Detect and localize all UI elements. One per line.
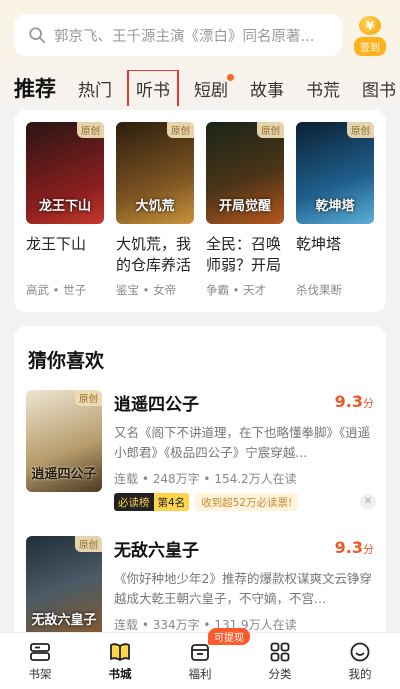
book-cover: 原创 乾坤塔 xyxy=(296,122,374,224)
tab-audiobook[interactable]: 听书 xyxy=(127,70,179,106)
book-info: 无敌六皇子 9.3分 《你好种地少年2》推荐的爆款权谋爽文云铮穿越成大乾王朝六皇… xyxy=(114,536,376,633)
book-cover: 原创 无敌六皇子 xyxy=(26,536,102,638)
tab-recommend[interactable]: 推荐 xyxy=(14,73,56,103)
featured-book[interactable]: 原创 大饥荒 大饥荒，我的仓库养活 鉴宝 • 女帝 xyxy=(116,122,194,298)
book-description: 又名《阁下不讲道理，在下也略懂拳脚》《逍遥小郎君》《极品四公子》宁宸穿越... xyxy=(114,425,371,460)
tab-book-shortage[interactable]: 书荒 xyxy=(306,76,340,101)
cover-title: 龙王下山 xyxy=(38,199,91,214)
book-cover: 原创 龙王下山 xyxy=(26,122,104,224)
category-icon xyxy=(270,642,290,662)
nav-label: 分类 xyxy=(268,667,292,681)
featured-card: 原创 龙王下山 龙王下山 高武 • 世子 原创 大饥荒 大饥荒，我的仓库养活 鉴… xyxy=(14,110,386,312)
score-unit: 分 xyxy=(363,397,374,410)
signin-label: 签到 xyxy=(354,37,386,56)
score-value: 9.3 xyxy=(334,392,363,411)
coin-icon: ¥ xyxy=(359,16,381,35)
book-score: 9.3分 xyxy=(335,538,374,557)
cover-title: 逍遥四公子 xyxy=(31,467,97,482)
book-cover: 原创 大饥荒 xyxy=(116,122,194,224)
search-placeholder: 郭京飞、王千源主演《漂白》同名原著... xyxy=(54,28,315,45)
list-item[interactable]: 原创 无敌六皇子 无敌六皇子 9.3分 《你好种地少年2》推荐的爆款权谋爽文云铮… xyxy=(26,536,376,646)
nav-welfare[interactable]: 可提现 福利 xyxy=(160,628,250,689)
book-title: 大饥荒，我的仓库养活 xyxy=(116,235,192,274)
tab-story[interactable]: 故事 xyxy=(250,76,284,101)
nav-bookstore[interactable]: 书城 xyxy=(80,633,160,689)
cover-title: 无敌六皇子 xyxy=(31,613,97,628)
profile-icon xyxy=(350,642,370,662)
nav-bookshelf[interactable]: 书架 xyxy=(0,633,80,689)
tab-short-drama[interactable]: 短剧 xyxy=(194,73,234,101)
header: 郭京飞、王千源主演《漂白》同名原著... ¥ 签到 推荐 热门 听书 短剧 故事… xyxy=(0,0,400,110)
book-open-icon xyxy=(110,643,130,661)
featured-book[interactable]: 原创 开局觉醒 全民：召唤师弱？开局 争霸 • 天才 xyxy=(206,122,284,298)
featured-book[interactable]: 原创 乾坤塔 乾坤塔 杀伐果断 xyxy=(296,122,374,298)
cover-title: 开局觉醒 xyxy=(218,199,271,214)
book-title: 乾坤塔 xyxy=(296,235,342,253)
close-icon[interactable]: ✕ xyxy=(360,494,376,510)
nav-profile[interactable]: 我的 xyxy=(320,633,400,689)
rank-badge: 必读榜 第4名 xyxy=(114,493,190,511)
original-badge: 原创 xyxy=(74,390,102,406)
original-badge: 原创 xyxy=(346,122,374,138)
book-cover: 原创 开局觉醒 xyxy=(206,122,284,224)
original-badge: 原创 xyxy=(256,122,284,138)
list-item[interactable]: 原创 逍遥四公子 逍遥四公子 9.3分 又名《阁下不讲道理，在下也略懂拳脚》《逍… xyxy=(26,390,376,511)
tab-short-drama-label: 短剧 xyxy=(194,80,228,101)
book-info: 逍遥四公子 9.3分 又名《阁下不讲道理，在下也略懂拳脚》《逍遥小郎君》《极品四… xyxy=(114,390,376,511)
featured-book[interactable]: 原创 龙王下山 龙王下山 高武 • 世子 xyxy=(26,122,104,298)
book-title: 龙王下山 xyxy=(26,235,87,253)
nav-category[interactable]: 分类 xyxy=(240,633,320,689)
cover-title: 大饥荒 xyxy=(135,199,175,214)
book-description: 《你好种地少年2》推荐的爆款权谋爽文云铮穿越成大乾王朝六皇子，不守嫡，不宫... xyxy=(114,571,372,606)
book-tags: 必读榜 第4名 收到超52万必读票! ✕ xyxy=(114,493,376,511)
new-dot xyxy=(227,73,234,81)
bookshelf-icon xyxy=(30,643,50,661)
search-icon xyxy=(29,27,46,44)
score-unit: 分 xyxy=(363,543,374,556)
cover-title: 乾坤塔 xyxy=(315,199,355,214)
search-bar[interactable]: 郭京飞、王千源主演《漂白》同名原著... xyxy=(14,14,342,56)
original-badge: 原创 xyxy=(74,536,102,552)
tab-hot[interactable]: 热门 xyxy=(78,76,112,101)
tab-books[interactable]: 图书 xyxy=(362,76,396,101)
book-title: 全民：召唤师弱？开局 xyxy=(206,235,282,274)
rank-position: 第4名 xyxy=(153,493,190,511)
category-tabs: 推荐 热门 听书 短剧 故事 书荒 图书 xyxy=(14,70,400,106)
book-tags: 鉴宝 • 女帝 xyxy=(116,283,177,297)
book-score: 9.3分 xyxy=(335,392,374,411)
nav-label: 我的 xyxy=(348,667,372,681)
book-cover: 原创 逍遥四公子 xyxy=(26,390,102,492)
book-tags: 争霸 • 天才 xyxy=(206,283,267,297)
nav-label: 书城 xyxy=(108,667,132,681)
guess-you-like-card: 猜你喜欢 原创 逍遥四公子 逍遥四公子 9.3分 又名《阁下不讲道理，在下也略懂… xyxy=(14,326,386,646)
vote-hint: 收到超52万必读票! xyxy=(195,493,299,511)
nav-label: 书架 xyxy=(28,667,52,681)
rank-label: 必读榜 xyxy=(114,493,154,511)
bottom-nav: 书架 书城 可提现 福利 分类 我的 xyxy=(0,628,400,689)
book-meta: 连载 • 248万字 • 154.2万人在读 xyxy=(114,472,297,486)
section-title: 猜你喜欢 xyxy=(28,350,105,372)
book-tags: 杀伐果断 xyxy=(296,283,342,297)
signin-button[interactable]: ¥ 签到 xyxy=(350,14,390,56)
nav-label: 福利 xyxy=(188,667,212,681)
book-tags: 高武 • 世子 xyxy=(26,283,87,297)
score-value: 9.3 xyxy=(334,538,363,557)
original-badge: 原创 xyxy=(166,122,194,138)
original-badge: 原创 xyxy=(76,122,104,138)
